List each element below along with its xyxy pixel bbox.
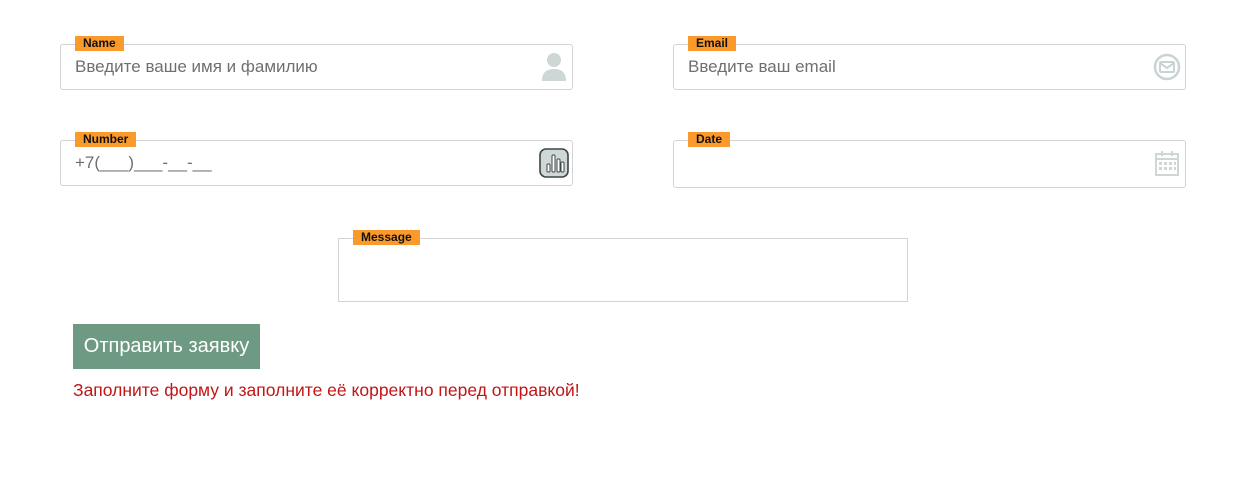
- submit-button[interactable]: Отправить заявку: [73, 324, 260, 369]
- message-textarea[interactable]: [353, 249, 893, 289]
- contact-form-page: Name Email Number: [0, 0, 1245, 487]
- message-label: Message: [353, 230, 420, 245]
- error-message: Заполните форму и заполните её корректно…: [73, 380, 580, 400]
- email-field: Email: [673, 36, 1186, 90]
- email-input[interactable]: [688, 55, 1128, 79]
- envelope-icon: [1151, 51, 1183, 83]
- date-input[interactable]: [688, 151, 1128, 175]
- number-label: Number: [75, 132, 137, 147]
- name-input[interactable]: [75, 55, 515, 79]
- email-label: Email: [688, 36, 737, 51]
- user-icon: [538, 51, 570, 83]
- message-field: Message: [338, 230, 908, 302]
- calendar-icon[interactable]: [1151, 147, 1183, 179]
- name-label: Name: [75, 36, 124, 51]
- date-label: Date: [688, 132, 731, 147]
- number-field: Number: [60, 132, 573, 186]
- date-field: Date: [673, 132, 1186, 188]
- phone-keypad-icon: [538, 147, 570, 179]
- name-field: Name: [60, 36, 573, 90]
- phone-input[interactable]: [75, 151, 515, 175]
